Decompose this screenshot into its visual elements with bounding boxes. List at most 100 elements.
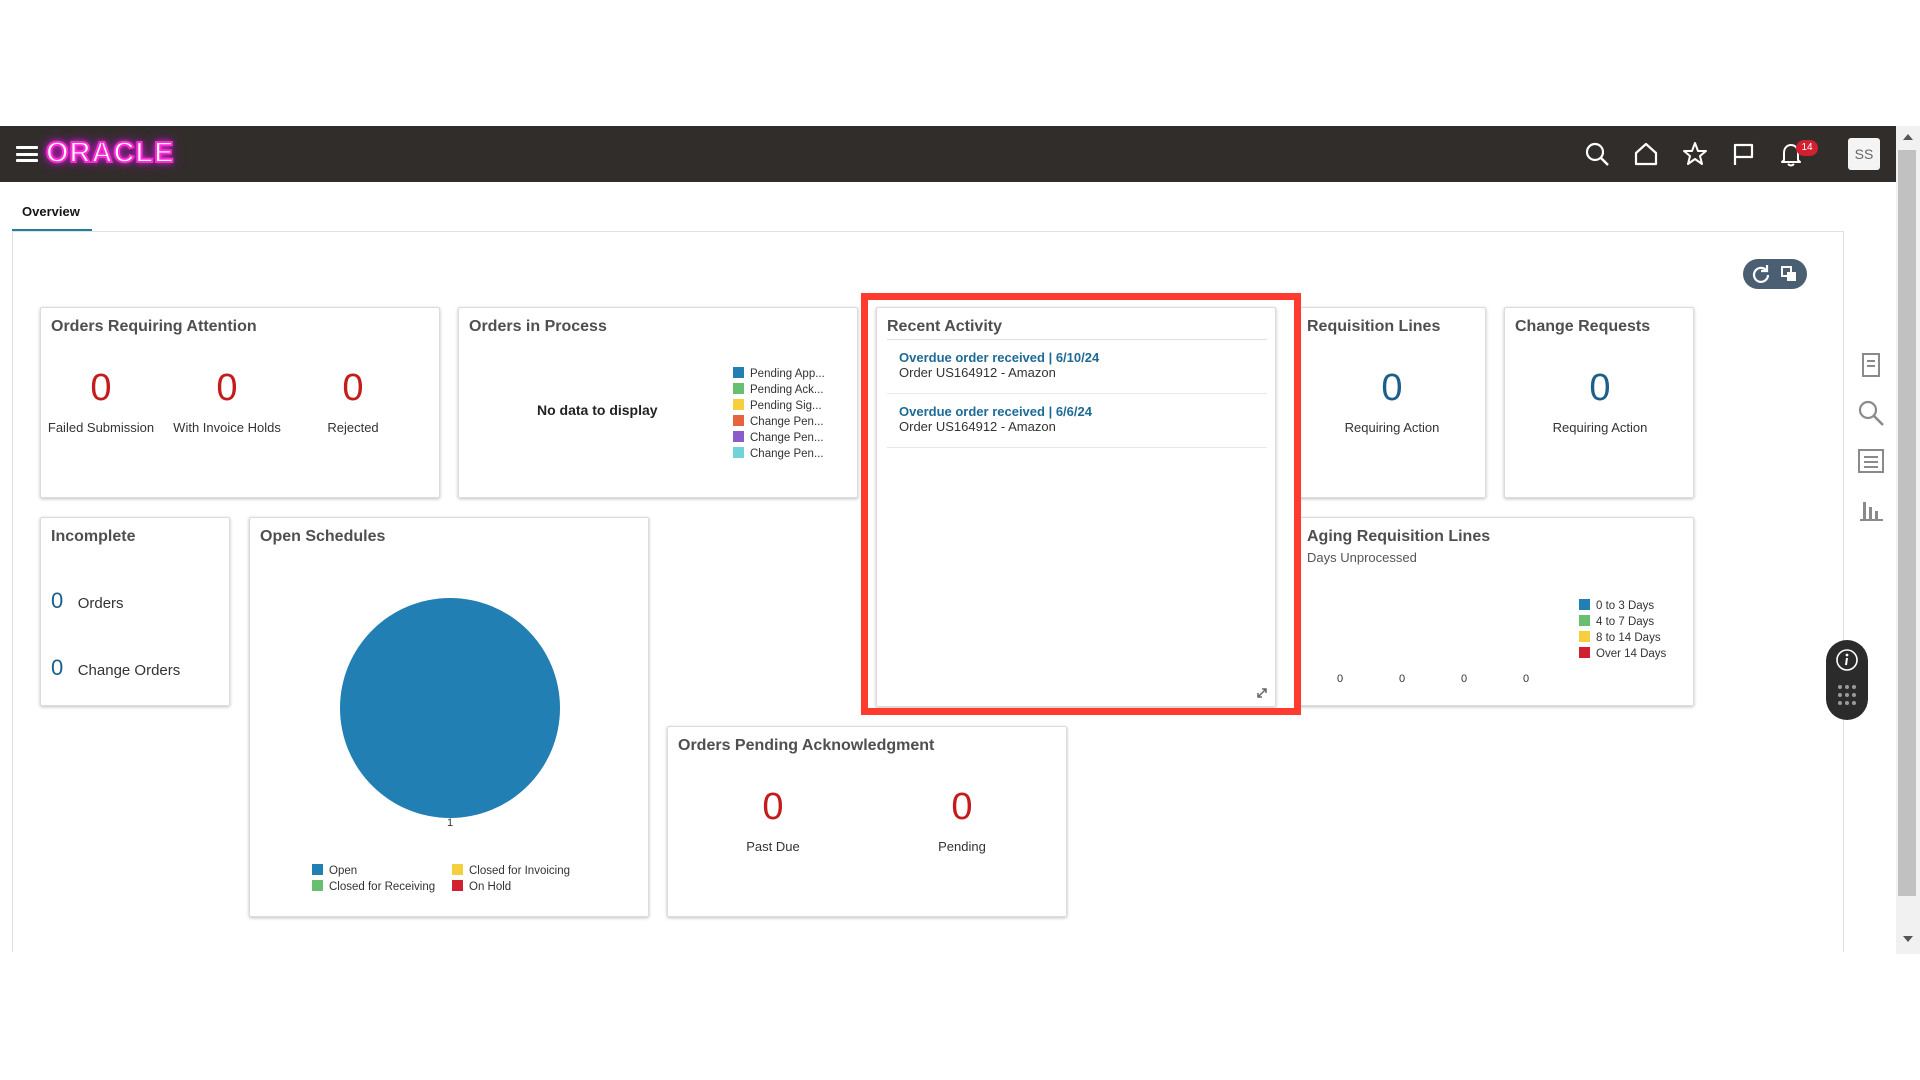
card-title: Orders in Process xyxy=(469,318,607,335)
open-schedules-card[interactable]: Open Schedules 1 Open Closed for Invoicin… xyxy=(249,517,649,917)
search-icon[interactable] xyxy=(1583,140,1611,168)
legend-item: Change Pen... xyxy=(733,446,825,462)
row-label: Change Orders xyxy=(77,662,181,679)
orders-requiring-attention-card[interactable]: Orders Requiring Attention 0 Failed Subm… xyxy=(40,307,440,498)
incomplete-orders-row[interactable]: 0 Orders xyxy=(51,588,124,614)
legend-item: Pending App... xyxy=(733,366,825,382)
requiring-action-metric[interactable]: 0 Requiring Action xyxy=(1322,366,1462,435)
hamburger-menu-icon[interactable] xyxy=(16,146,38,162)
pending-metric[interactable]: 0 Pending xyxy=(892,785,1032,854)
metric-label: With Invoice Holds xyxy=(173,420,281,435)
activity-item[interactable]: Overdue order received | 6/10/24 Order U… xyxy=(899,350,1099,380)
chart-legend: Pending App... Pending Ack... Pending Si… xyxy=(733,366,825,462)
metric-value: 0 xyxy=(216,367,238,409)
requiring-action-metric[interactable]: 0 Requiring Action xyxy=(1530,366,1670,435)
legend-item: Open xyxy=(312,863,452,879)
keypad-dots-icon[interactable] xyxy=(1837,684,1857,710)
metric-label: Requiring Action xyxy=(1344,420,1440,435)
metric-label: Pending xyxy=(938,839,986,854)
failed-submission-metric[interactable]: 0 Failed Submission xyxy=(31,366,171,435)
card-title: Orders Requiring Attention xyxy=(51,318,257,335)
metric-value: 0 xyxy=(762,786,784,828)
top-navigation-bar: ORACLE xyxy=(0,126,1896,182)
card-subtitle: Days Unprocessed xyxy=(1307,550,1417,565)
oracle-logo[interactable]: ORACLE xyxy=(45,136,174,170)
activity-link[interactable]: Overdue order received | 6/6/24 xyxy=(899,404,1092,419)
document-icon[interactable] xyxy=(1856,350,1886,380)
user-avatar[interactable]: SS xyxy=(1848,138,1880,170)
rejected-metric[interactable]: 0 Rejected xyxy=(283,366,423,435)
incomplete-card[interactable]: Incomplete 0 Orders 0 Change Orders xyxy=(40,517,230,706)
legend-item: Pending Ack... xyxy=(733,382,825,398)
flag-icon[interactable] xyxy=(1729,140,1757,168)
divider xyxy=(887,447,1267,448)
card-title: Change Requests xyxy=(1515,318,1651,335)
divider xyxy=(887,339,1267,340)
legend-item: 0 to 3 Days xyxy=(1579,598,1666,614)
aging-requisition-lines-card[interactable]: Aging Requisition Lines Days Unprocessed… xyxy=(1296,517,1694,706)
bar-value-label: 0 xyxy=(1523,673,1530,685)
open-schedules-pie-chart xyxy=(340,598,560,818)
metric-value: 0 xyxy=(1381,367,1403,409)
card-title: Orders Pending Acknowledgment xyxy=(678,737,935,754)
change-requests-card[interactable]: Change Requests 0 Requiring Action xyxy=(1504,307,1694,498)
incomplete-change-orders-row[interactable]: 0 Change Orders xyxy=(51,655,180,681)
tab-overview[interactable]: Overview xyxy=(12,196,92,232)
card-title: Requisition Lines xyxy=(1307,318,1441,335)
card-title: Open Schedules xyxy=(260,528,386,545)
chart-legend: 0 to 3 Days 4 to 7 Days 8 to 14 Days Ove… xyxy=(1579,598,1666,662)
legend-item: Closed for Receiving xyxy=(312,879,452,895)
metric-value: 0 xyxy=(90,367,112,409)
row-value: 0 xyxy=(51,588,64,613)
rearrange-icon[interactable] xyxy=(1777,262,1801,286)
pie-slice-label: 1 xyxy=(446,817,454,829)
search-panel-icon[interactable] xyxy=(1856,398,1886,428)
activity-link[interactable]: Overdue order received | 6/10/24 xyxy=(899,350,1099,365)
legend-item: Over 14 Days xyxy=(1579,646,1666,662)
card-title: Incomplete xyxy=(51,528,136,545)
page-scrollbar-thumb[interactable] xyxy=(1898,150,1916,896)
bar-chart-icon[interactable] xyxy=(1856,494,1886,524)
no-data-message: No data to display xyxy=(537,402,658,418)
divider xyxy=(887,393,1267,394)
legend-item: On Hold xyxy=(452,879,592,895)
legend-item: Change Pen... xyxy=(733,414,825,430)
recent-activity-card[interactable]: Recent Activity Overdue order received |… xyxy=(876,307,1276,707)
requisition-lines-card[interactable]: Requisition Lines 0 Requiring Action xyxy=(1296,307,1486,498)
list-icon[interactable] xyxy=(1856,446,1886,476)
chart-legend: Open Closed for Invoicing Closed for Rece… xyxy=(312,863,602,895)
bar-value-label: 0 xyxy=(1399,673,1406,685)
legend-item: 8 to 14 Days xyxy=(1579,630,1666,646)
info-icon[interactable] xyxy=(1835,648,1859,672)
orders-pending-acknowledgment-card[interactable]: Orders Pending Acknowledgment 0 Past Due… xyxy=(667,726,1067,917)
help-assistant-widget[interactable] xyxy=(1826,640,1868,720)
metric-label: Failed Submission xyxy=(47,420,155,435)
bar-value-label: 0 xyxy=(1461,673,1468,685)
dashboard-actions-group xyxy=(1743,259,1807,289)
expand-resize-icon[interactable] xyxy=(1255,686,1269,700)
favorites-star-icon[interactable] xyxy=(1681,140,1709,168)
home-icon[interactable] xyxy=(1632,140,1660,168)
orders-in-process-card[interactable]: Orders in Process No data to display Pen… xyxy=(458,307,858,498)
activity-item[interactable]: Overdue order received | 6/6/24 Order US… xyxy=(899,404,1092,434)
refresh-icon[interactable] xyxy=(1749,262,1773,286)
legend-item: Pending Sig... xyxy=(733,398,825,414)
past-due-metric[interactable]: 0 Past Due xyxy=(703,785,843,854)
legend-item: Closed for Invoicing xyxy=(452,863,592,879)
right-side-panel-rail xyxy=(1846,350,1894,550)
activity-detail: Order US164912 - Amazon xyxy=(899,365,1056,380)
pie-slice-open[interactable] xyxy=(340,598,560,818)
metric-value: 0 xyxy=(342,367,364,409)
metric-value: 0 xyxy=(951,786,973,828)
card-title: Aging Requisition Lines xyxy=(1307,528,1491,545)
row-value: 0 xyxy=(51,655,64,680)
scroll-up-arrow-icon[interactable] xyxy=(1902,132,1914,142)
metric-label: Past Due xyxy=(746,839,800,854)
scroll-down-arrow-icon[interactable] xyxy=(1902,934,1914,944)
metric-label: Requiring Action xyxy=(1552,420,1648,435)
invoice-holds-metric[interactable]: 0 With Invoice Holds xyxy=(157,366,297,435)
row-label: Orders xyxy=(77,595,124,612)
notifications-count-badge: 14 xyxy=(1796,140,1818,156)
bar-value-label: 0 xyxy=(1337,673,1344,685)
metric-label: Rejected xyxy=(327,420,379,435)
